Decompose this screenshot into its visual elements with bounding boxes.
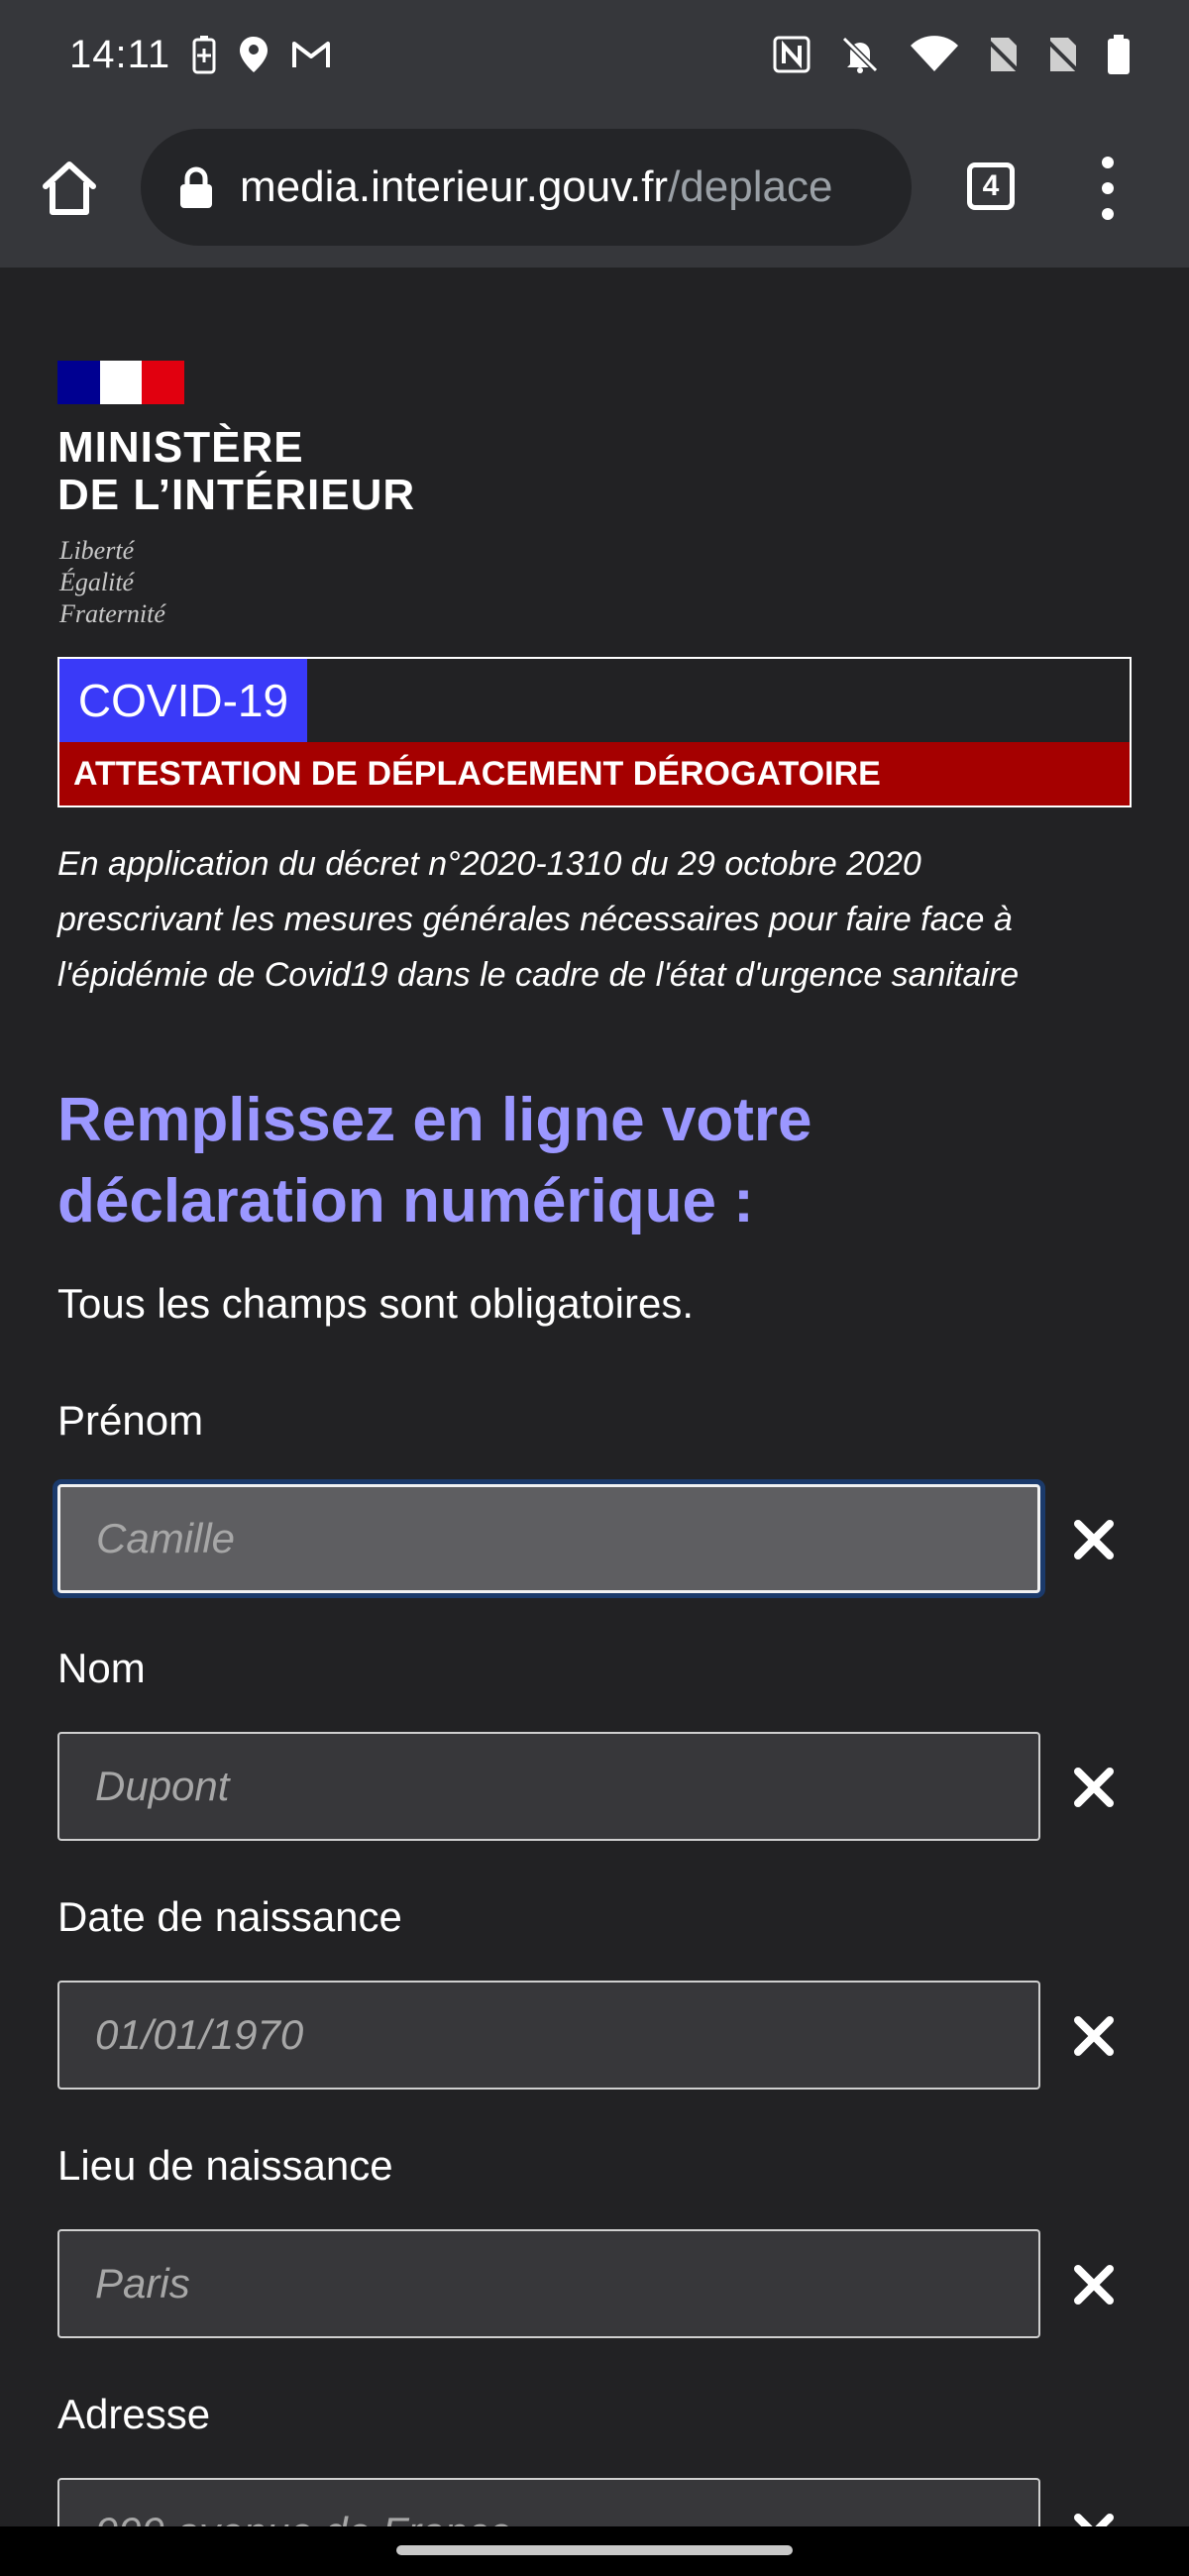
overflow-menu-icon[interactable] bbox=[1090, 157, 1126, 220]
status-right-icons bbox=[773, 35, 1130, 74]
attestation-title: ATTESTATION DE DÉPLACEMENT DÉROGATOIRE bbox=[59, 742, 1130, 805]
url-bar[interactable]: media.interieur.gouv.fr/deplace bbox=[141, 129, 912, 246]
battery-icon bbox=[1108, 35, 1130, 74]
navigation-bar bbox=[0, 2526, 1189, 2576]
form-heading: Remplissez en ligne votre déclaration nu… bbox=[57, 1080, 1128, 1242]
lastname-input[interactable] bbox=[57, 1732, 1040, 1841]
address-label: Adresse bbox=[57, 2391, 211, 2437]
form-heading-line: Remplissez en ligne votre bbox=[57, 1086, 812, 1154]
covid-tag: COVID-19 bbox=[59, 659, 307, 742]
covid-banner: COVID-19 ATTESTATION DE DÉPLACEMENT DÉRO… bbox=[57, 657, 1132, 807]
decree-line: l'épidémie de Covid19 dans le cadre de l… bbox=[57, 956, 1020, 994]
flag-blue bbox=[57, 361, 100, 404]
gesture-handle[interactable] bbox=[396, 2545, 793, 2555]
status-time: 14:11 bbox=[69, 32, 171, 76]
nfc-icon bbox=[773, 36, 811, 73]
no-sim-icon bbox=[989, 38, 1019, 73]
motto-egalite: Égalité bbox=[59, 568, 135, 596]
birthdate-label: Date de naissance bbox=[57, 1893, 402, 1940]
clear-lastname-icon[interactable] bbox=[1072, 1766, 1116, 1809]
gmail-icon bbox=[292, 42, 331, 67]
url-domain: media.interieur.gouv.fr bbox=[240, 162, 669, 211]
birthdate-input[interactable] bbox=[57, 1981, 1040, 2090]
ministry-line1: MINISTÈRE bbox=[57, 423, 304, 472]
menu-dot bbox=[1102, 208, 1114, 220]
url-text: media.interieur.gouv.fr/deplace bbox=[240, 162, 832, 212]
decree-text: En application du décret n°2020-1310 du … bbox=[57, 836, 1137, 1003]
clear-firstname-icon[interactable] bbox=[1072, 1518, 1116, 1561]
ministry-name: MINISTÈRE DE L’INTÉRIEUR bbox=[57, 424, 415, 519]
decree-line: En application du décret n°2020-1310 du … bbox=[57, 845, 921, 883]
birthplace-label: Lieu de naissance bbox=[57, 2142, 393, 2189]
clear-address-icon[interactable] bbox=[1072, 2512, 1116, 2526]
battery-saver-icon bbox=[192, 36, 216, 74]
browser-toolbar: media.interieur.gouv.fr/deplace 4 bbox=[0, 109, 1189, 268]
status-left-icons bbox=[192, 35, 331, 74]
ministry-line2: DE L’INTÉRIEUR bbox=[57, 471, 416, 519]
flag-white bbox=[99, 361, 143, 404]
lock-icon bbox=[180, 166, 212, 208]
url-path: /deplace bbox=[668, 162, 833, 211]
republic-motto: Liberté Égalité Fraternité bbox=[59, 535, 165, 630]
location-icon bbox=[240, 37, 269, 72]
no-sim-icon bbox=[1048, 38, 1078, 73]
french-flag-logo bbox=[57, 361, 184, 404]
clear-birthdate-icon[interactable] bbox=[1072, 2014, 1116, 2058]
motto-liberte: Liberté bbox=[59, 536, 135, 565]
birthplace-input[interactable] bbox=[57, 2229, 1040, 2338]
tab-switcher-button[interactable]: 4 bbox=[963, 159, 1019, 214]
clear-birthplace-icon[interactable] bbox=[1072, 2263, 1116, 2307]
status-bar: 14:11 bbox=[0, 0, 1189, 109]
decree-line: prescrivant les mesures générales nécess… bbox=[57, 901, 1013, 938]
bell-off-icon bbox=[841, 36, 879, 73]
form-heading-line: déclaration numérique : bbox=[57, 1167, 754, 1235]
flag-red bbox=[142, 361, 184, 404]
tab-count: 4 bbox=[967, 162, 1015, 210]
menu-dot bbox=[1102, 157, 1114, 168]
menu-dot bbox=[1102, 182, 1114, 194]
required-note: Tous les champs sont obligatoires. bbox=[57, 1280, 694, 1327]
home-icon[interactable] bbox=[38, 157, 101, 220]
wifi-icon bbox=[911, 36, 958, 71]
page-content: MINISTÈRE DE L’INTÉRIEUR Liberté Égalité… bbox=[0, 268, 1189, 2526]
address-input[interactable] bbox=[57, 2478, 1040, 2526]
firstname-label: Prénom bbox=[57, 1397, 204, 1444]
motto-fraternite: Fraternité bbox=[59, 599, 165, 628]
lastname-label: Nom bbox=[57, 1645, 146, 1691]
firstname-input[interactable] bbox=[57, 1484, 1040, 1593]
